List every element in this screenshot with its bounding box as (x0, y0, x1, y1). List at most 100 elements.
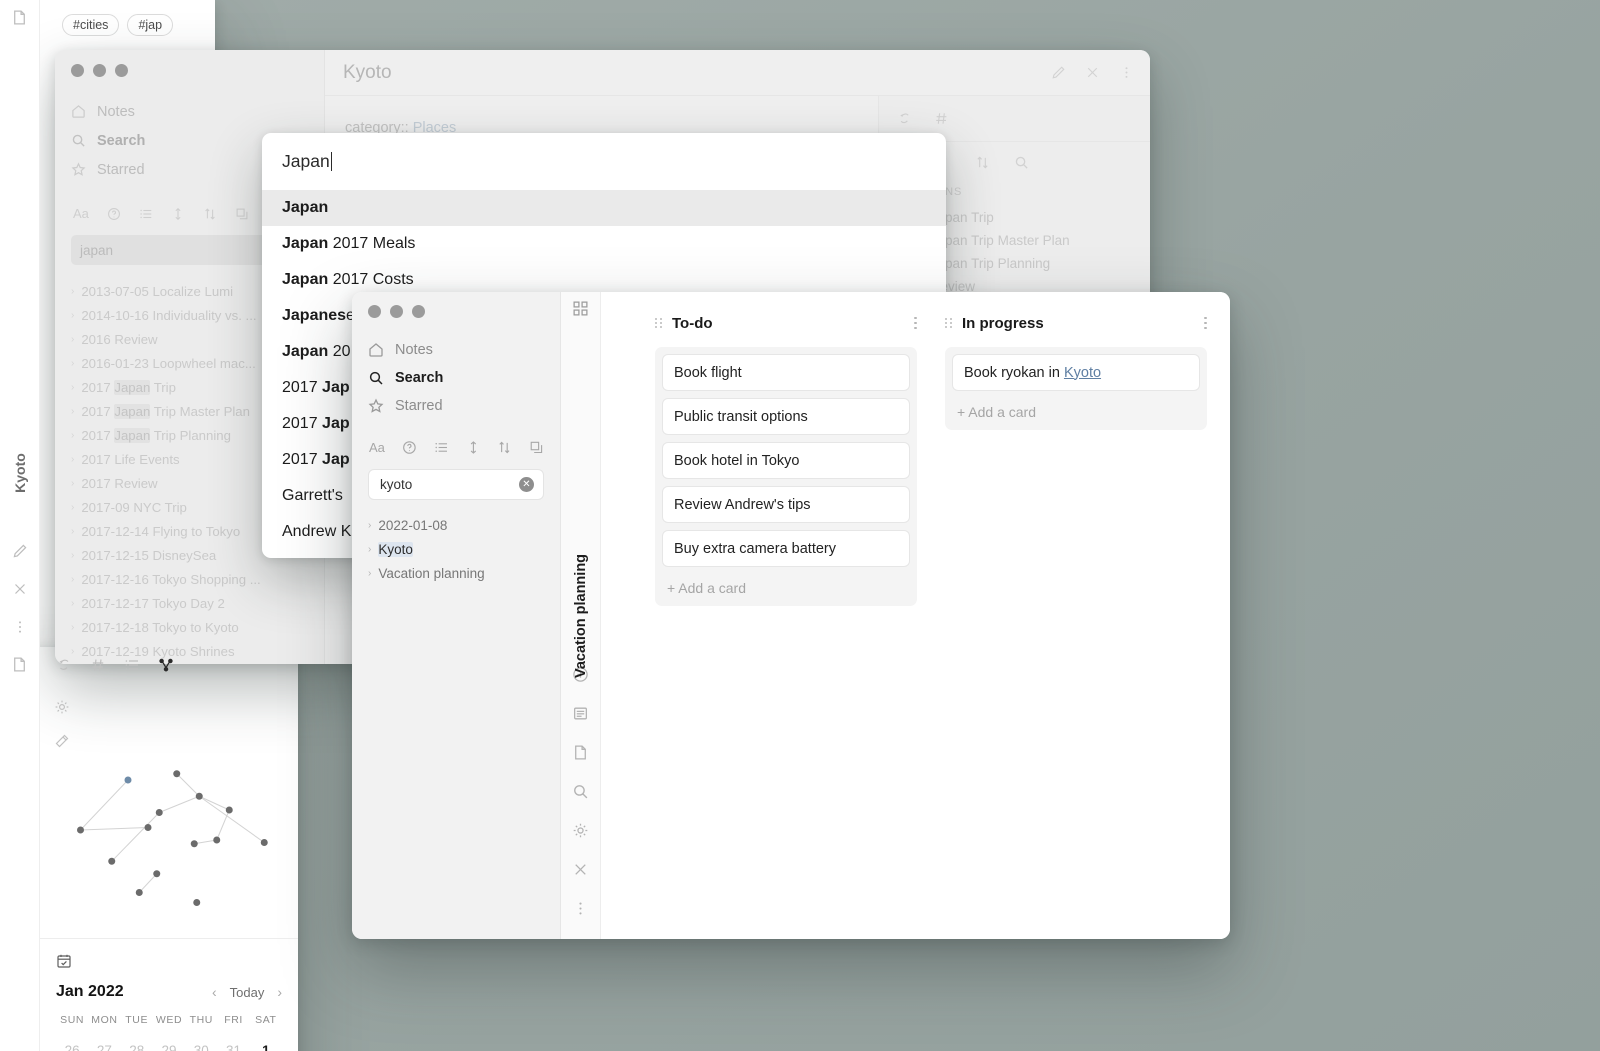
graph-canvas[interactable] (54, 735, 298, 935)
column-more-icon[interactable] (1204, 316, 1207, 330)
more-icon[interactable] (12, 619, 28, 635)
kanban-card[interactable]: Buy extra camera battery (662, 530, 910, 567)
autocomplete-item[interactable]: Japan 2017 Meals (262, 226, 946, 262)
graph-calendar-pane[interactable]: 2022-01-08 (0, 647, 298, 1051)
document-icon[interactable] (572, 744, 589, 761)
autocomplete-item[interactable]: Japan (262, 190, 946, 226)
minimize-window-button[interactable] (93, 64, 106, 77)
grid-icon[interactable] (572, 300, 589, 317)
calendar-day[interactable]: 1 (250, 1035, 282, 1051)
kanban-card[interactable]: Book flight (662, 354, 910, 391)
calendar-day[interactable]: 26 (56, 1035, 88, 1051)
minimize-window-button[interactable] (390, 305, 403, 318)
pencil-icon[interactable] (12, 543, 28, 559)
pencil-icon[interactable] (1051, 65, 1066, 80)
graph-view[interactable] (40, 647, 298, 939)
chevron-right-icon[interactable]: › (368, 520, 371, 531)
kanban-search-input[interactable]: kyoto ✕ (368, 469, 544, 500)
backlink-icon[interactable] (897, 111, 912, 126)
more-icon[interactable] (1119, 65, 1134, 80)
chevron-right-icon[interactable]: › (71, 502, 74, 513)
font-size-icon[interactable]: Aa (73, 206, 89, 221)
calendar-day[interactable]: 27 (88, 1035, 120, 1051)
sort-icon[interactable] (975, 155, 990, 170)
chevron-right-icon[interactable]: › (71, 478, 74, 489)
kanban-card[interactable]: Book ryokan in Kyoto (952, 354, 1200, 391)
chevron-right-icon[interactable]: › (368, 544, 371, 555)
search-result-item[interactable]: › Kyoto (368, 537, 544, 561)
note-list-item[interactable]: › 2017-12-16 Tokyo Shopping ... (71, 567, 308, 591)
graph-icon[interactable] (158, 657, 174, 673)
window-traffic-lights[interactable] (71, 64, 308, 77)
tag-chip[interactable]: #jap (127, 14, 174, 36)
chevron-right-icon[interactable]: › (71, 406, 74, 417)
autocomplete-input[interactable]: Japan (262, 133, 946, 190)
help-icon[interactable] (107, 207, 121, 221)
calendar-day[interactable]: 30 (185, 1035, 217, 1051)
column-more-icon[interactable] (914, 316, 917, 330)
copy-icon[interactable] (235, 207, 249, 221)
close-window-button[interactable] (368, 305, 381, 318)
list-icon[interactable] (124, 657, 140, 673)
sidebar-item-starred[interactable]: Starred (368, 392, 544, 420)
kanban-vertical-tab[interactable]: Vacation planning (573, 553, 589, 677)
today-button[interactable]: Today (230, 985, 265, 1000)
document-icon[interactable] (11, 9, 28, 26)
kanban-card[interactable]: Book hotel in Tokyo (662, 442, 910, 479)
chevron-right-icon[interactable]: › (71, 550, 74, 561)
help-icon[interactable] (402, 440, 417, 455)
chevron-right-icon[interactable]: › (71, 526, 74, 537)
close-window-button[interactable] (71, 64, 84, 77)
chevron-right-icon[interactable]: › (71, 310, 74, 321)
drag-handle-icon[interactable] (945, 318, 952, 328)
close-icon[interactable] (572, 861, 589, 878)
close-icon[interactable] (12, 581, 28, 597)
backlink-icon[interactable] (56, 657, 72, 673)
chevron-right-icon[interactable]: › (71, 454, 74, 465)
clear-search-icon[interactable]: ✕ (519, 477, 534, 492)
drag-handle-icon[interactable] (655, 318, 662, 328)
sort-icon[interactable] (497, 440, 512, 455)
kanban-window[interactable]: Notes Search Starred Aa kyoto ✕ › 2022-0… (352, 292, 1230, 939)
card-link[interactable]: Kyoto (1064, 365, 1101, 381)
maximize-window-button[interactable] (412, 305, 425, 318)
note-pane-vertical-tab[interactable]: Kyoto (12, 453, 28, 493)
chevron-right-icon[interactable]: › (71, 430, 74, 441)
sidebar-item-notes[interactable]: Notes (368, 336, 544, 364)
copy-icon[interactable] (529, 440, 544, 455)
search-icon[interactable] (1014, 155, 1029, 170)
chevron-right-icon[interactable]: › (71, 574, 74, 585)
chevron-left-icon[interactable]: ‹ (212, 984, 217, 1000)
height-icon[interactable] (466, 440, 481, 455)
close-icon[interactable] (1085, 65, 1100, 80)
calendar-view[interactable]: Jan 2022 ‹ Today › SUN MON TUE WED THU FRI SAT… (40, 939, 298, 1051)
add-card-button[interactable]: + Add a card (952, 398, 1200, 423)
height-icon[interactable] (171, 207, 185, 221)
kanban-traffic-lights[interactable] (368, 305, 544, 318)
document-icon[interactable] (11, 656, 28, 673)
kanban-card[interactable]: Public transit options (662, 398, 910, 435)
calendar-day[interactable]: 31 (217, 1035, 249, 1051)
hash-icon[interactable] (934, 111, 949, 126)
note-list-item[interactable]: › 2017-12-17 Tokyo Day 2 (71, 591, 308, 615)
hash-icon[interactable] (90, 657, 106, 673)
chevron-right-icon[interactable]: › (368, 568, 371, 579)
calendar-day[interactable]: 28 (121, 1035, 153, 1051)
chevron-right-icon[interactable]: › (71, 286, 74, 297)
search-result-item[interactable]: › 2022-01-08 (368, 513, 544, 537)
maximize-window-button[interactable] (115, 64, 128, 77)
chevron-right-icon[interactable]: › (71, 334, 74, 345)
sidebar-item-notes[interactable]: Notes (71, 97, 308, 126)
chevron-right-icon[interactable]: › (71, 382, 74, 393)
chevron-right-icon[interactable]: › (71, 622, 74, 633)
chevron-right-icon[interactable]: › (71, 598, 74, 609)
chevron-right-icon[interactable]: › (71, 358, 74, 369)
list-icon[interactable] (434, 440, 449, 455)
search-icon[interactable] (572, 783, 589, 800)
sort-icon[interactable] (203, 207, 217, 221)
search-result-item[interactable]: › Vacation planning (368, 561, 544, 585)
list-icon[interactable] (139, 207, 153, 221)
list-icon[interactable] (572, 705, 589, 722)
sidebar-item-search[interactable]: Search (368, 364, 544, 392)
font-size-icon[interactable]: Aa (369, 440, 385, 455)
